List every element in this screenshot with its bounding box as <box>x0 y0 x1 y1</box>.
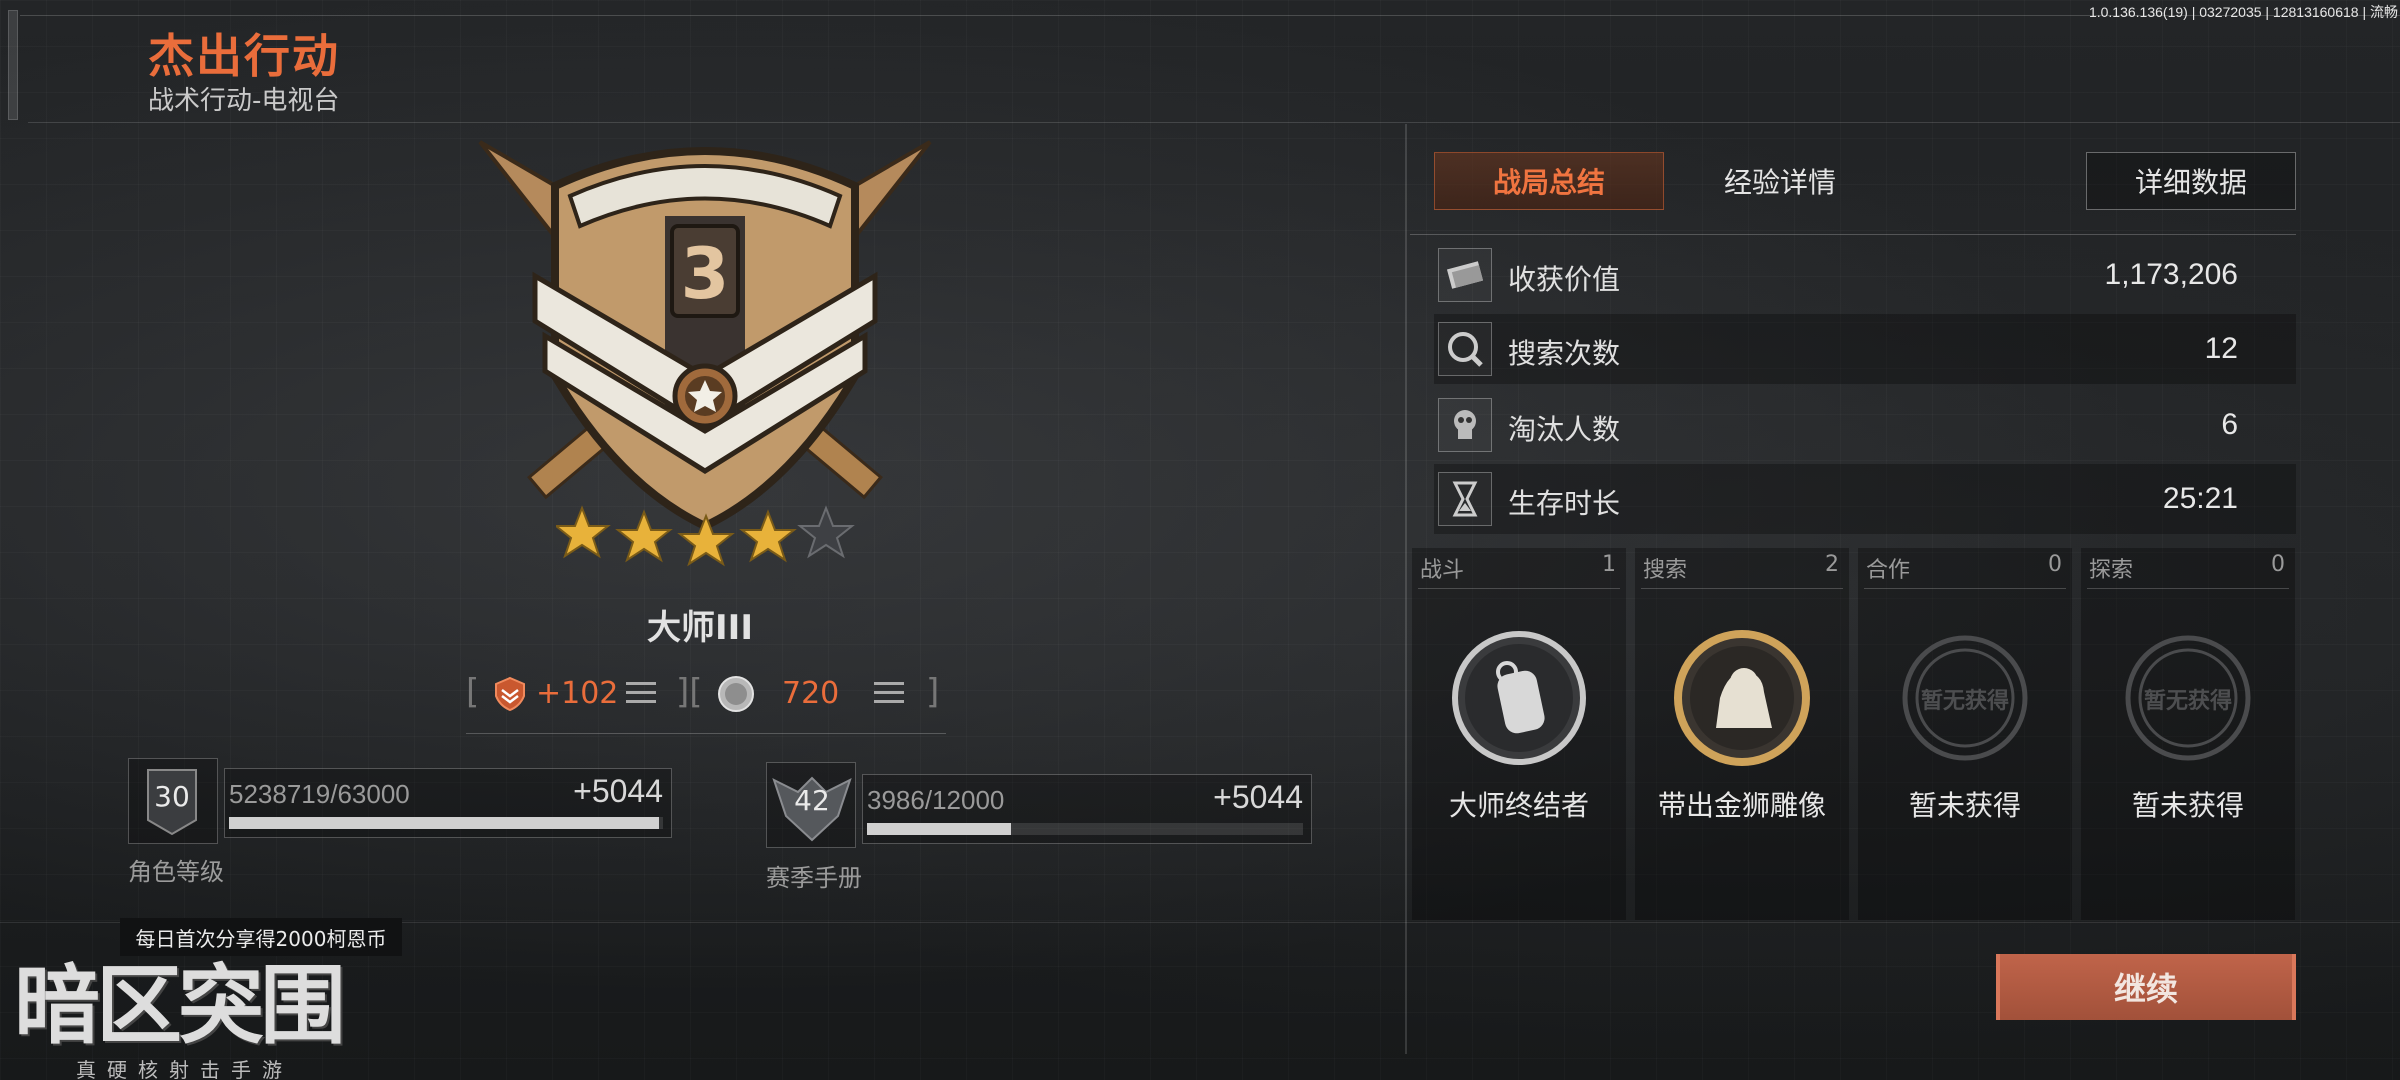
medal-divider <box>1641 588 1843 589</box>
hourglass-icon <box>1438 472 1492 526</box>
role-level-track <box>229 817 663 829</box>
stat-value: 1,173,206 <box>2104 258 2238 291</box>
role-level-progress-text: 5238719/63000 <box>229 779 410 809</box>
medal-count: 0 <box>2048 552 2062 577</box>
stat-row: 淘汰人数 6 <box>1434 390 2296 460</box>
medal-count: 1 <box>1602 552 1616 577</box>
season-manual-fill <box>867 823 1011 835</box>
medal-category: 战斗 <box>1420 558 1465 583</box>
star-icon <box>556 505 611 559</box>
dogtag-medal-icon <box>1452 631 1586 765</box>
stat-label: 淘汰人数 <box>1508 413 1621 446</box>
top-divider <box>20 15 2400 16</box>
share-tip[interactable]: 每日首次分享得2000柯恩币 <box>120 918 402 956</box>
tab-summary[interactable]: 战局总结 <box>1434 152 1664 210</box>
star-empty-icon <box>797 505 855 559</box>
medal-count: 2 <box>1825 552 1839 577</box>
logo-sub-text: 真硬核射击手游 <box>76 1058 293 1080</box>
season-manual-progress: 3986/12000 +5044 <box>862 774 1312 844</box>
rank-badge-icon: 3 <box>478 140 932 531</box>
medal-divider <box>2087 588 2289 589</box>
rank-name: 大师III <box>647 608 753 648</box>
money-icon <box>1438 248 1492 302</box>
medal-count: 0 <box>2271 552 2285 577</box>
role-level-label: 角色等级 <box>128 858 224 886</box>
season-manual-progress-text: 3986/12000 <box>867 785 1005 815</box>
coin-list-icon[interactable] <box>874 682 904 704</box>
continue-button[interactable]: 继续 <box>1996 954 2296 1020</box>
medal-divider <box>1864 588 2066 589</box>
medal-name: 暂未获得 <box>2131 789 2244 822</box>
season-manual-label: 赛季手册 <box>766 864 862 892</box>
medal-category: 合作 <box>1866 558 1911 583</box>
stat-label: 搜索次数 <box>1508 337 1621 370</box>
season-manual-number: 42 <box>794 784 830 817</box>
role-level-fill <box>229 817 659 829</box>
role-level-gain: +5044 <box>573 773 663 809</box>
medal-category: 探索 <box>2089 558 2134 583</box>
stat-value: 6 <box>2221 408 2238 441</box>
season-manual-track <box>867 823 1303 835</box>
stat-row: 收获价值 1,173,206 <box>1434 240 2296 310</box>
role-level-number: 30 <box>154 780 190 813</box>
page-title: 杰出行动 <box>148 29 340 83</box>
bracket-right: ] <box>926 672 940 712</box>
tab-exp-details[interactable]: 经验详情 <box>1665 152 1895 210</box>
points-underline <box>466 733 946 734</box>
version-info: 1.0.136.136(19) | 03272035 | 12813160618… <box>2088 4 2398 20</box>
header-divider <box>28 122 2400 123</box>
svg-text:暂无获得: 暂无获得 <box>2144 688 2232 714</box>
locked-medal-icon: 暂无获得 <box>1902 635 2028 761</box>
stat-row: 搜索次数 12 <box>1434 314 2296 384</box>
stat-value: 25:21 <box>2162 482 2238 515</box>
game-logo: 暗区突围 真硬核射击手游 <box>14 956 364 1080</box>
role-level-progress: 5238719/63000 +5044 <box>224 768 672 838</box>
rank-points-row: [ +102 ][ 720 ] <box>466 668 946 734</box>
skull-icon <box>1438 398 1492 452</box>
svg-text:3: 3 <box>681 233 730 315</box>
medal-divider <box>1418 588 1620 589</box>
rank-stars <box>556 505 855 567</box>
tabs-divider <box>1410 234 2296 235</box>
locked-medal-icon: 暂无获得 <box>2125 635 2251 761</box>
stat-row: 生存时长 25:21 <box>1434 464 2296 534</box>
medal-category: 搜索 <box>1643 558 1688 583</box>
medal-exploration[interactable]: 探索 0 暂无获得 暂未获得 <box>2081 548 2295 920</box>
star-icon <box>739 509 797 563</box>
coin-value: 720 <box>782 676 840 711</box>
detailed-data-button[interactable]: 详细数据 <box>2086 152 2296 210</box>
panel-divider <box>1405 124 1407 1054</box>
rank-points-list-icon[interactable] <box>626 682 656 704</box>
coin-icon <box>718 676 754 712</box>
star-icon <box>677 513 735 567</box>
bracket-mid: ][ <box>676 672 703 712</box>
stat-label: 收获价值 <box>1508 263 1621 296</box>
page-subtitle: 战术行动-电视台 <box>148 86 340 116</box>
medal-cooperation[interactable]: 合作 0 暂无获得 暂未获得 <box>1858 548 2072 920</box>
logo-main-text: 暗区突围 <box>14 956 346 1056</box>
left-edge-bar <box>8 10 18 120</box>
medal-search[interactable]: 搜索 2 带出金狮雕像 <box>1635 548 1849 920</box>
medal-name: 大师终结者 <box>1448 789 1589 822</box>
bracket-left: [ <box>466 672 480 712</box>
stat-value: 12 <box>2204 332 2238 365</box>
rank-points-icon <box>495 676 525 712</box>
medal-combat[interactable]: 战斗 1 大师终结者 <box>1412 548 1626 920</box>
rank-points-gain: +102 <box>536 676 619 711</box>
medal-name: 带出金狮雕像 <box>1657 789 1826 822</box>
star-icon <box>615 509 673 563</box>
search-icon <box>1438 322 1492 376</box>
medal-name: 暂未获得 <box>1908 789 2021 822</box>
svg-text:暂无获得: 暂无获得 <box>1921 688 2009 714</box>
stat-label: 生存时长 <box>1508 487 1621 520</box>
gold-lion-medal-icon <box>1674 630 1810 766</box>
season-manual-gain: +5044 <box>1213 779 1303 815</box>
